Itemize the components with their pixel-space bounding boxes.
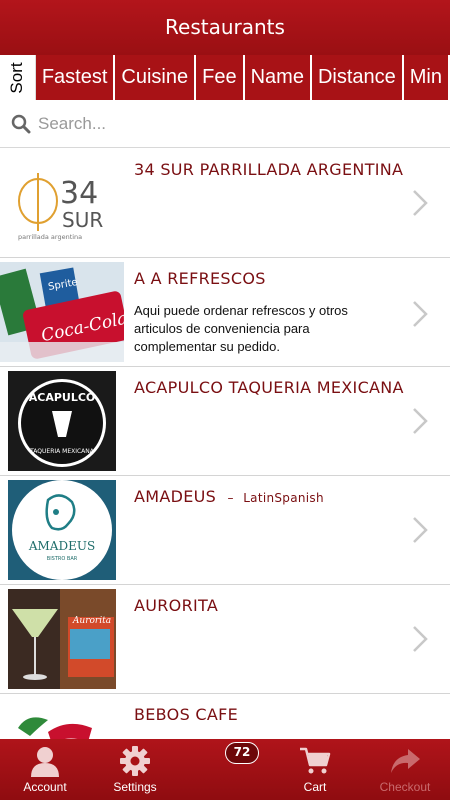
restaurant-row-34-sur[interactable]: 34 SUR parrillada argentina 34 SUR PARRI… xyxy=(0,149,450,258)
svg-text:Aurorita: Aurorita xyxy=(72,616,111,626)
restaurant-logo-34-sur: 34 SUR parrillada argentina xyxy=(8,153,116,253)
restaurant-row-amadeus[interactable]: AMADEUS BISTRO BAR AMADEUS – LatinSpanis… xyxy=(0,476,450,585)
cart-icon xyxy=(300,747,331,774)
restaurant-description: Aqui puede ordenar refrescos y otros art… xyxy=(134,303,348,354)
tab-cart[interactable]: Cart xyxy=(270,739,360,800)
restaurant-name: BEBOS CAFE xyxy=(134,705,239,724)
forward-arrow-icon xyxy=(391,749,420,773)
restaurant-row-aurorita[interactable]: Aurorita AURORITA xyxy=(0,585,450,694)
sort-bar: Sort Fastest Cuisine Fee Name Distance M… xyxy=(0,55,450,100)
cart-count-badge: 72 xyxy=(225,742,259,764)
restaurant-name: AURORITA xyxy=(134,596,219,615)
restaurant-name: 34 SUR PARRILLADA ARGENTINA xyxy=(134,160,404,179)
tab-settings[interactable]: Settings xyxy=(90,739,180,800)
sort-label: Sort xyxy=(0,55,36,100)
svg-text:AMADEUS: AMADEUS xyxy=(28,539,95,553)
svg-text:TAQUERIA MEXICANA: TAQUERIA MEXICANA xyxy=(29,448,95,455)
page-title: Restaurants xyxy=(165,15,285,39)
sort-option-fastest[interactable]: Fastest xyxy=(36,55,116,100)
sort-option-fee[interactable]: Fee xyxy=(196,55,245,100)
restaurant-logo-aurorita: Aurorita xyxy=(8,589,116,689)
svg-text:BISTRO BAR: BISTRO BAR xyxy=(47,556,78,562)
chevron-right-icon xyxy=(413,190,428,216)
restaurant-logo-acapulco: ACAPULCO TAQUERIA MEXICANA xyxy=(8,371,116,471)
chevron-right-icon xyxy=(413,408,428,434)
restaurant-row-acapulco[interactable]: ACAPULCO TAQUERIA MEXICANA ACAPULCO TAQU… xyxy=(0,367,450,476)
sort-option-name[interactable]: Name xyxy=(245,55,312,100)
restaurant-name-line: AMADEUS – LatinSpanish xyxy=(134,486,404,509)
search-input[interactable] xyxy=(38,113,418,134)
search-bar xyxy=(0,100,450,148)
header-bar: Restaurants xyxy=(0,0,450,55)
sort-option-min[interactable]: Min xyxy=(404,55,450,100)
chevron-right-icon xyxy=(413,517,428,543)
tab-account[interactable]: Account xyxy=(0,739,90,800)
restaurant-row-a-a-refrescos[interactable]: Coca-Cola Sprite A A REFRESCOS Aqui pued… xyxy=(0,258,450,367)
restaurant-logo-a-a-refrescos: Coca-Cola Sprite xyxy=(0,262,124,362)
svg-text:34: 34 xyxy=(60,176,98,211)
restaurant-row-bebos-cafe[interactable]: BEBOS CAFE xyxy=(0,694,450,739)
chevron-right-icon xyxy=(413,626,428,652)
sort-option-cuisine[interactable]: Cuisine xyxy=(115,55,197,100)
restaurant-logo-bebos-cafe xyxy=(8,698,116,739)
chevron-right-icon xyxy=(413,301,428,327)
gear-icon xyxy=(120,746,150,776)
sort-option-distance[interactable]: Distance xyxy=(312,55,404,100)
tab-checkout[interactable]: Checkout xyxy=(360,739,450,800)
restaurant-list: 34 SUR parrillada argentina 34 SUR PARRI… xyxy=(0,149,450,739)
restaurant-name: ACAPULCO TAQUERIA MEXICANA xyxy=(134,378,404,397)
search-icon xyxy=(11,114,31,133)
svg-text:ACAPULCO: ACAPULCO xyxy=(29,391,96,404)
restaurant-cuisine: LatinSpanish xyxy=(243,491,324,505)
svg-text:parrillada argentina: parrillada argentina xyxy=(18,233,82,241)
restaurant-name: A A REFRESCOS xyxy=(134,269,266,288)
restaurant-logo-amadeus: AMADEUS BISTRO BAR xyxy=(8,480,116,580)
svg-text:SUR: SUR xyxy=(62,208,103,232)
restaurant-name: AMADEUS xyxy=(134,487,217,506)
user-icon xyxy=(31,747,59,777)
cuisine-separator: – xyxy=(227,491,234,505)
